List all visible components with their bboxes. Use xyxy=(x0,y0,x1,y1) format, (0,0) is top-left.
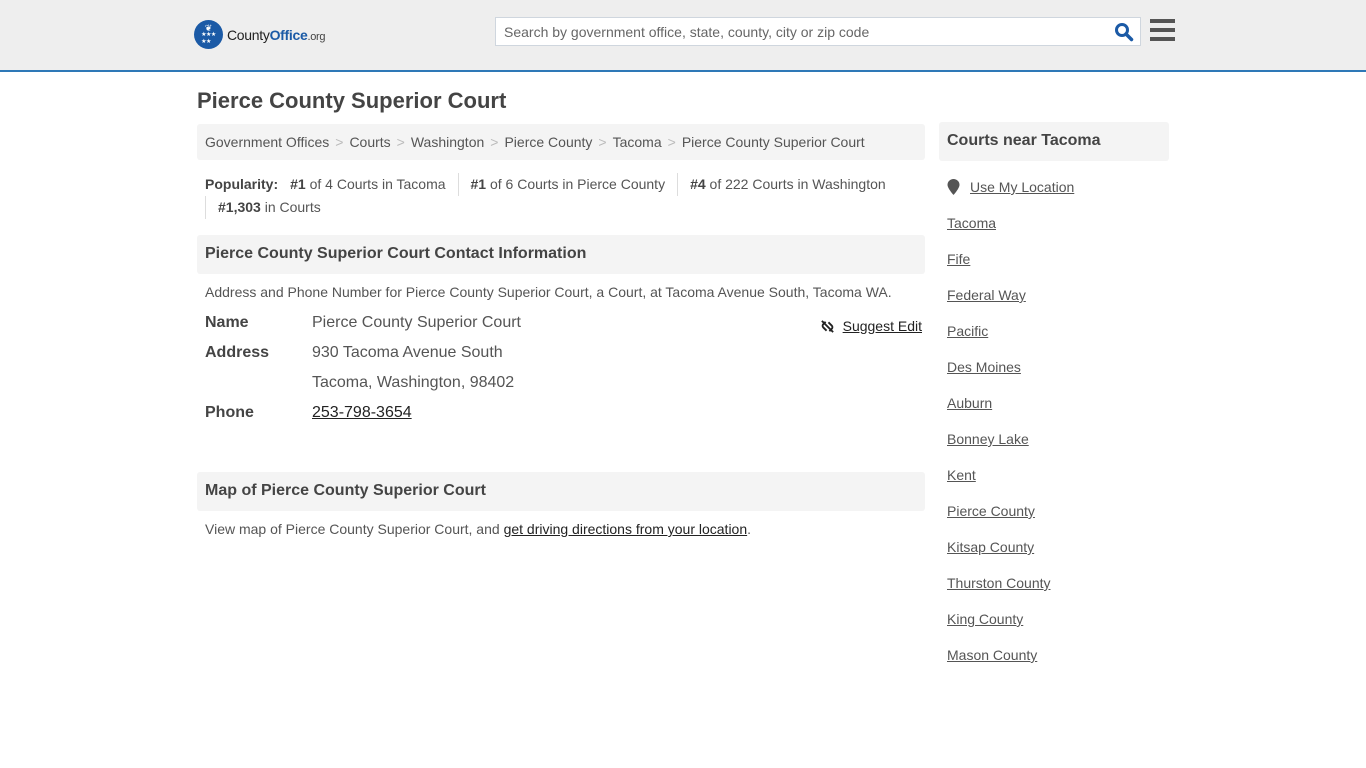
list-item: Kitsap County xyxy=(947,529,1161,565)
name-label: Name xyxy=(205,314,249,331)
address-line2: Tacoma, Washington, 98402 xyxy=(312,374,515,391)
list-item: Tacoma xyxy=(947,205,1161,241)
breadcrumb-separator-icon: > xyxy=(335,134,344,150)
contact-heading: Pierce County Superior Court Contact Inf… xyxy=(197,235,925,274)
hamburger-menu-icon[interactable] xyxy=(1150,19,1175,41)
list-item: Pacific xyxy=(947,313,1161,349)
map-heading: Map of Pierce County Superior Court xyxy=(197,472,925,511)
nearby-link-pierce-county[interactable]: Pierce County xyxy=(947,503,1035,519)
sidebar: Courts near Tacoma Use My Location Tacom… xyxy=(939,122,1169,673)
nearby-link-bonney-lake[interactable]: Bonney Lake xyxy=(947,431,1029,447)
driving-directions-link[interactable]: get driving directions from your locatio… xyxy=(504,521,748,537)
list-item: Federal Way xyxy=(947,277,1161,313)
nearby-link-fife[interactable]: Fife xyxy=(947,251,970,267)
address-label: Address xyxy=(205,344,270,361)
breadcrumb-current: Pierce County Superior Court xyxy=(681,134,865,150)
list-item: King County xyxy=(947,601,1161,637)
nearby-courts-list: Use My Location Tacoma Fife Federal Way … xyxy=(939,169,1169,673)
sidebar-heading: Courts near Tacoma xyxy=(939,122,1169,161)
search-icon xyxy=(1115,23,1134,42)
phone-row: Phone 253-798-3654 xyxy=(205,404,917,434)
list-item: Mason County xyxy=(947,637,1161,673)
nearby-link-des-moines[interactable]: Des Moines xyxy=(947,359,1021,375)
map-pin-icon xyxy=(947,179,960,195)
contact-description: Address and Phone Number for Pierce Coun… xyxy=(205,284,892,300)
popularity-item: #1 of 4 Courts in Tacoma xyxy=(290,176,446,192)
map-description: View map of Pierce County Superior Court… xyxy=(205,521,752,537)
search-input[interactable] xyxy=(496,18,1096,45)
popularity-item: #1,303 in Courts xyxy=(205,196,333,219)
address-line1: 930 Tacoma Avenue South xyxy=(312,344,503,361)
list-item: Auburn xyxy=(947,385,1161,421)
breadcrumb: Government Offices > Courts > Washington > Pie… xyxy=(197,124,925,160)
address-row: Address 930 Tacoma Avenue South xyxy=(205,344,917,374)
breadcrumb-tacoma[interactable]: Tacoma xyxy=(613,134,662,150)
main-content: Government Offices > Courts > Washington > Pie… xyxy=(197,124,925,537)
breadcrumb-pierce-county[interactable]: Pierce County xyxy=(504,134,592,150)
nearby-link-king-county[interactable]: King County xyxy=(947,611,1023,627)
list-item: Kent xyxy=(947,457,1161,493)
name-row: Name Pierce County Superior Court xyxy=(205,314,917,344)
site-header: ❦ ★★★ ★★ CountyOffice.org xyxy=(0,0,1366,72)
popularity-item: #1 of 6 Courts in Pierce County xyxy=(457,173,678,196)
search-button[interactable] xyxy=(1114,22,1134,42)
use-my-location[interactable]: Use My Location xyxy=(947,169,1161,205)
list-item: Thurston County xyxy=(947,565,1161,601)
phone-link[interactable]: 253-798-3654 xyxy=(312,404,412,421)
list-item: Pierce County xyxy=(947,493,1161,529)
logo-text: CountyOffice.org xyxy=(227,26,326,43)
breadcrumb-separator-icon: > xyxy=(396,134,405,150)
suggest-edit-link[interactable]: Suggest Edit xyxy=(843,318,922,334)
nearby-link-pacific[interactable]: Pacific xyxy=(947,323,988,339)
contact-info: Suggest Edit Name Pierce County Superior… xyxy=(197,300,925,434)
unlink-edit-icon xyxy=(820,319,834,333)
nearby-link-federal-way[interactable]: Federal Way xyxy=(947,287,1026,303)
nearby-link-kent[interactable]: Kent xyxy=(947,467,976,483)
nearby-link-tacoma[interactable]: Tacoma xyxy=(947,215,996,231)
nearby-link-thurston-county[interactable]: Thurston County xyxy=(947,575,1051,591)
use-my-location-link[interactable]: Use My Location xyxy=(970,179,1074,195)
breadcrumb-separator-icon: > xyxy=(598,134,607,150)
site-logo[interactable]: ❦ ★★★ ★★ CountyOffice.org xyxy=(194,20,326,49)
address-row-2: Tacoma, Washington, 98402 xyxy=(205,374,917,404)
breadcrumb-government-offices[interactable]: Government Offices xyxy=(205,134,329,150)
nearby-link-kitsap-county[interactable]: Kitsap County xyxy=(947,539,1034,555)
eagle-stars-icon: ❦ ★★★ ★★ xyxy=(194,20,223,49)
nearby-link-mason-county[interactable]: Mason County xyxy=(947,647,1037,663)
list-item: Des Moines xyxy=(947,349,1161,385)
nearby-link-auburn[interactable]: Auburn xyxy=(947,395,992,411)
list-item: Fife xyxy=(947,241,1161,277)
list-item: Bonney Lake xyxy=(947,421,1161,457)
suggest-edit[interactable]: Suggest Edit xyxy=(820,318,922,334)
page-title: Pierce County Superior Court xyxy=(197,88,507,113)
popularity-item: #4 of 222 Courts in Washington xyxy=(677,173,898,196)
breadcrumb-separator-icon: > xyxy=(667,134,676,150)
search-box xyxy=(495,17,1141,46)
popularity: Popularity: #1 of 4 Courts in Tacoma #1 of… xyxy=(197,173,925,219)
breadcrumb-separator-icon: > xyxy=(490,134,499,150)
breadcrumb-courts[interactable]: Courts xyxy=(349,134,390,150)
popularity-label: Popularity: xyxy=(205,176,279,192)
phone-label: Phone xyxy=(205,404,254,421)
name-value: Pierce County Superior Court xyxy=(312,314,521,331)
breadcrumb-washington[interactable]: Washington xyxy=(411,134,484,150)
